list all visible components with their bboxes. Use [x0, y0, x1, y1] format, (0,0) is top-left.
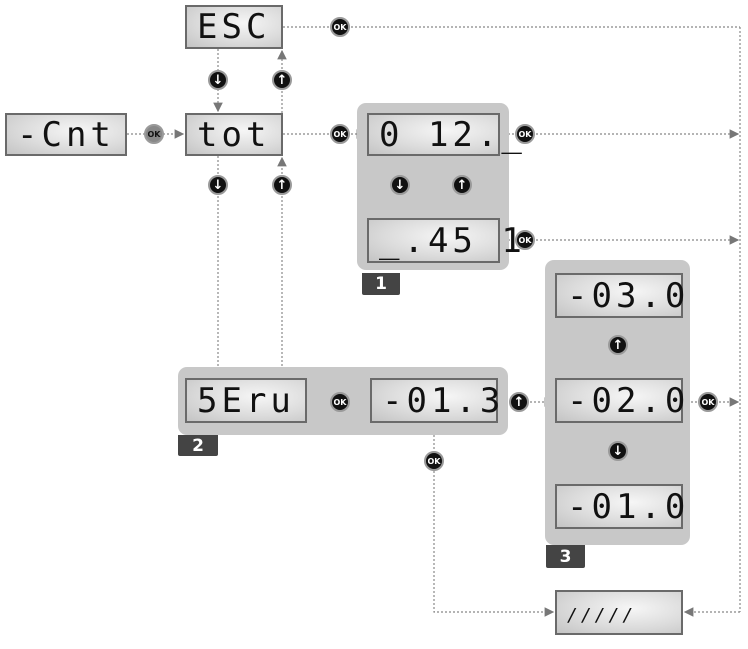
up-arrow-icon: ↑: [272, 70, 292, 90]
up-arrow-icon: ↑: [509, 392, 529, 412]
display-opt-up: -03.0: [555, 273, 685, 318]
down-arrow-icon: ↓: [208, 70, 228, 90]
up-arrow-icon: ↑: [452, 175, 472, 195]
ok-button-tot: OK: [330, 124, 350, 144]
group-2-label: 2: [178, 435, 218, 456]
display-tot: tot: [185, 113, 283, 156]
down-arrow-icon: ↓: [608, 441, 628, 461]
ok-button-high: OK: [515, 124, 535, 144]
down-arrow-icon: ↓: [390, 175, 410, 195]
menu-flow-diagram: 1 2 3 ESC -Cnt tot 0 12._ _.45 1 5Eru -0…: [0, 0, 748, 649]
ok-button-esc: OK: [330, 17, 350, 37]
ok-button-serv: OK: [330, 392, 350, 412]
ok-button-low: OK: [515, 230, 535, 250]
ok-button-mid: OK: [698, 392, 718, 412]
group-3-label: 3: [546, 545, 585, 568]
up-arrow-icon: ↑: [608, 335, 628, 355]
display-confirm: /////: [555, 590, 683, 635]
display-opt-down: -01.0: [555, 484, 685, 529]
down-arrow-icon: ↓: [208, 175, 228, 195]
up-arrow-icon: ↑: [272, 175, 292, 195]
display-opt-mid: -02.0: [555, 378, 685, 423]
display-low: _.45 1: [367, 218, 522, 263]
display-serv-value: -01.3: [370, 378, 500, 423]
display-esc: ESC: [185, 5, 283, 49]
display-high: 0 12._: [367, 113, 522, 156]
group-1-label: 1: [362, 273, 400, 295]
ok-button-cnt: OK: [144, 124, 164, 144]
line-value-confirm: [433, 423, 555, 617]
display-serv: 5Eru: [185, 378, 307, 423]
display-cnt: -Cnt: [5, 113, 127, 156]
ok-button-serv-value: OK: [424, 451, 444, 471]
